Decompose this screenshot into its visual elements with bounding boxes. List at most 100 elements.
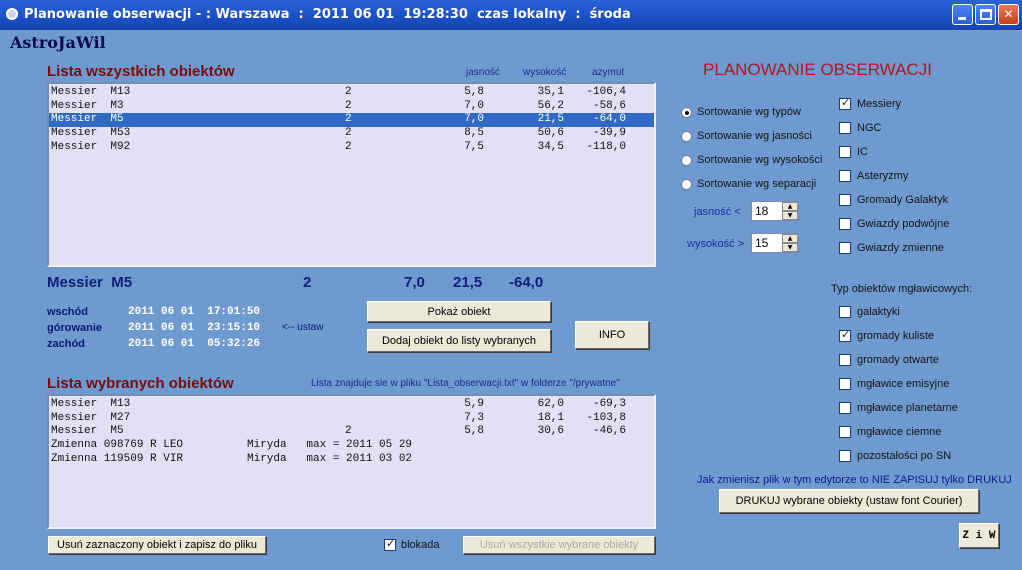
selected-mag: 5,9 — [464, 398, 484, 410]
close-icon: ✕ — [1003, 7, 1014, 21]
catalog-checkbox[interactable] — [839, 122, 851, 134]
spin-down-icon[interactable]: ▼ — [782, 211, 798, 220]
nebula-type-checkbox[interactable] — [839, 402, 851, 414]
catalog-label: Gwiazdy podwójne — [857, 218, 950, 230]
col-altitude: wysokość — [523, 67, 567, 78]
brightness-spinner[interactable]: 18 ▲ ▼ — [751, 201, 799, 221]
catalog-checkbox[interactable] — [839, 146, 851, 158]
object-row[interactable]: Messier M5 2 7,0 21,5 -64,0 — [49, 113, 654, 128]
catalog-checkbox[interactable] — [839, 218, 851, 230]
catalog-checkbox[interactable]: ✓ — [839, 96, 851, 110]
selected-row[interactable]: Messier M13 5,9 62,0 -69,3 — [49, 398, 654, 412]
sort-option-label[interactable]: Sortowanie wg separacji — [697, 178, 816, 190]
nebula-type-checkbox[interactable] — [839, 306, 851, 318]
lock-checkbox[interactable]: ✓ — [384, 537, 396, 551]
set-hint[interactable]: <-- ustaw — [282, 322, 323, 333]
selected-alt: 62,0 — [537, 398, 564, 410]
object-alt: 34,5 — [537, 140, 564, 153]
minimize-button[interactable] — [952, 4, 973, 25]
selected-az: -46,6 — [592, 425, 626, 438]
catalog-label: IC — [857, 146, 868, 158]
all-objects-list[interactable]: Messier M13 2 5,8 35,1 -106,4 Messier M3 2 7,0 5… — [47, 82, 656, 267]
current-object-type: 2 — [303, 274, 312, 291]
catalog-label: Gwiazdy zmienne — [857, 242, 944, 254]
nebula-type-checkbox[interactable]: ✓ — [839, 328, 851, 342]
info-button[interactable]: INFO — [575, 321, 649, 349]
sort-option-label[interactable]: Sortowanie wg typów — [697, 106, 801, 118]
rise-time: 2011 06 01 17:01:50 — [128, 306, 261, 318]
catalog-label: Gromady Galaktyk — [857, 194, 949, 206]
selected-type: 2 — [345, 425, 352, 438]
catalog-checkbox[interactable] — [839, 242, 851, 254]
selected-alt: 30,6 — [537, 425, 564, 438]
object-mag: 7,0 — [464, 113, 484, 126]
edit-note: Jak zmienisz plik w tym edytorze to NIE … — [697, 474, 1012, 486]
object-row[interactable]: Messier M3 2 7,0 56,2 -58,6 — [49, 100, 654, 114]
object-row[interactable]: Messier M13 2 5,8 35,1 -106,4 — [49, 86, 654, 100]
object-mag: 7,0 — [464, 99, 484, 112]
selected-az: -103,8 — [586, 411, 626, 424]
object-mag: 7,5 — [464, 140, 484, 153]
sort-radio[interactable] — [681, 107, 692, 118]
catalog-checkbox[interactable] — [839, 170, 851, 182]
current-object-alt: 21,5 — [453, 274, 483, 291]
object-name: Messier M13 — [51, 86, 131, 98]
selected-az: -69,3 — [592, 398, 626, 410]
check-icon: ✓ — [841, 96, 851, 109]
window-title: Planowanie obserwacji - : Warszawa : 201… — [24, 7, 631, 22]
nebula-type-checkbox[interactable] — [839, 426, 851, 438]
sort-radio[interactable] — [681, 179, 692, 190]
object-az: -39,9 — [592, 127, 626, 140]
brightness-value[interactable]: 18 — [755, 204, 768, 218]
sort-radio[interactable] — [681, 155, 692, 166]
selected-name: Zmienna 119509 R VIR — [51, 452, 184, 465]
altitude-value[interactable]: 15 — [755, 236, 768, 250]
catalog-label: Asteryzmy — [857, 170, 909, 182]
selected-objects-title: Lista wybranych obiektów — [47, 375, 234, 392]
object-mag: 5,8 — [464, 86, 484, 98]
object-alt: 56,2 — [537, 99, 564, 112]
spin-down-icon[interactable]: ▼ — [782, 243, 798, 252]
altitude-filter-label: wysokość > — [687, 238, 745, 250]
check-icon: ✓ — [386, 537, 396, 550]
selected-row[interactable]: Messier M5 2 5,8 30,6 -46,6 — [49, 425, 654, 439]
nebula-type-checkbox[interactable] — [839, 450, 851, 462]
spin-up-icon[interactable]: ▲ — [782, 202, 798, 211]
selected-row[interactable]: Zmienna 119509 R VIR Miryda max = 2011 03… — [49, 453, 654, 467]
maximize-button[interactable] — [975, 4, 996, 25]
object-row[interactable]: Messier M53 2 8,5 50,6 -39,9 — [49, 127, 654, 141]
catalog-checkbox[interactable] — [839, 194, 851, 206]
show-object-button[interactable]: Pokaż obiekt — [367, 301, 551, 322]
selected-objects-list[interactable]: Messier M13 5,9 62,0 -69,3 Messier M27 7,3 18,… — [47, 394, 656, 529]
selected-row[interactable]: Messier M27 7,3 18,1 -103,8 — [49, 412, 654, 426]
remove-selected-button[interactable]: Usuń zaznaczony obiekt i zapisz do pliku — [48, 536, 266, 554]
selected-row[interactable]: Zmienna 098769 R LEO Miryda max = 2011 05… — [49, 439, 654, 453]
nebula-types-title: Typ obiektów mgławicowych: — [831, 283, 973, 295]
app-icon[interactable] — [6, 8, 18, 20]
object-name: Messier M53 — [51, 127, 131, 140]
sort-option-label[interactable]: Sortowanie wg jasności — [697, 130, 812, 142]
object-name: Messier M3 — [51, 99, 124, 112]
planning-title: PLANOWANIE OBSERWACJI — [703, 60, 932, 79]
current-object-name: Messier M5 — [47, 274, 133, 291]
selected-name: Messier M13 — [51, 398, 131, 410]
sort-radio[interactable] — [681, 131, 692, 142]
altitude-spinner[interactable]: 15 ▲ ▼ — [751, 233, 799, 253]
sort-option-label[interactable]: Sortowanie wg wysokości — [697, 154, 822, 166]
object-type: 2 — [345, 99, 352, 112]
close-button[interactable]: ✕ — [998, 4, 1019, 25]
add-to-selected-button[interactable]: Dodaj obiekt do listy wybranych — [367, 329, 551, 352]
ziw-button[interactable]: Z i W — [959, 523, 999, 548]
object-row[interactable]: Messier M92 2 7,5 34,5 -118,0 — [49, 141, 654, 155]
nebula-type-checkbox[interactable] — [839, 354, 851, 366]
spin-up-icon[interactable]: ▲ — [782, 234, 798, 243]
nebula-type-checkbox[interactable] — [839, 378, 851, 390]
remove-all-button[interactable]: Usuń wszystkie wybrane obiekty — [463, 536, 655, 554]
catalog-label: Messiery — [857, 98, 902, 110]
transit-label: górowanie — [47, 322, 103, 334]
col-brightness: jasność — [466, 67, 500, 78]
print-button[interactable]: DRUKUJ wybrane obiekty (ustaw font Couri… — [719, 489, 979, 513]
current-object-mag: 7,0 — [404, 274, 425, 291]
set-time: 2011 06 01 05:32:26 — [128, 338, 261, 350]
set-label: zachód — [47, 338, 85, 350]
